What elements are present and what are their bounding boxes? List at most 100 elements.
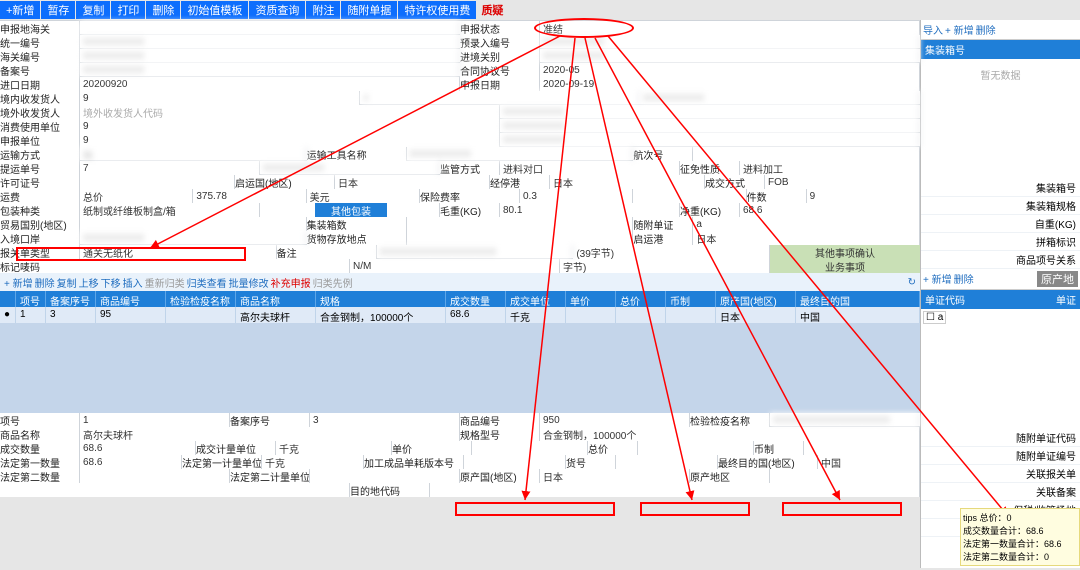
side-import[interactable]: 导入	[923, 22, 943, 37]
fee-button[interactable]: 特许权使用费	[398, 1, 476, 19]
bzmm-value[interactable]: N/M	[350, 259, 560, 273]
gh-no[interactable]: 项号	[16, 291, 46, 307]
b-mdd-v[interactable]	[430, 483, 920, 497]
sub-sort[interactable]: 归类先例	[313, 275, 353, 290]
xssydw-value[interactable]: 9	[80, 119, 500, 133]
b-xh-v[interactable]: 1	[80, 413, 230, 427]
gh-origin[interactable]: 原产国(地区)	[716, 291, 796, 307]
sfdz-value[interactable]: a	[693, 217, 920, 231]
jkrq-value[interactable]: 20200920	[80, 77, 460, 91]
sub-ins[interactable]: 插入	[123, 275, 143, 290]
gh-recno[interactable]: 备案序号	[46, 291, 96, 307]
gh-goodsno[interactable]: 商品编号	[96, 291, 166, 307]
gr-sel[interactable]: ●	[0, 307, 16, 323]
b-fd1-v[interactable]: 68.6	[80, 455, 182, 469]
biz-matter-button[interactable]: 业务事项	[770, 259, 920, 273]
sbhg-value[interactable]	[80, 21, 460, 35]
add-button[interactable]: +新增	[0, 1, 40, 19]
ysfs-value[interactable]: 輸	[80, 147, 307, 161]
tybh-value[interactable]: 88888888888	[80, 35, 460, 49]
sub-batchmod[interactable]: 批量修改	[229, 275, 269, 290]
gh-unit[interactable]: 成交单位	[506, 291, 566, 307]
bzzl-value[interactable]: 纸制或纤维板制盒/箱	[80, 203, 260, 217]
mz-value[interactable]: 80.1	[500, 203, 680, 217]
inittpl-button[interactable]: 初始值模板	[181, 1, 248, 19]
b-jgcp-v[interactable]	[464, 455, 566, 469]
side-add[interactable]: + 新增	[945, 22, 974, 37]
b-dj-v[interactable]	[472, 441, 588, 455]
jz-value[interactable]: 68.6	[740, 203, 920, 217]
other-confirm-button[interactable]: 其他事项确认	[770, 245, 920, 259]
tydhb-ext[interactable]: 88888888888	[260, 161, 440, 175]
side-tab-origin[interactable]: 原产地	[1037, 271, 1078, 287]
grid-row-1[interactable]: ● 1 3 95 高尔夫球杆 合金钢制，100000个 68.6 千克 日本 中…	[0, 307, 920, 323]
sl2-1[interactable]: 随附单证编号	[921, 447, 1080, 465]
sub-reclass[interactable]: 重新归类	[145, 275, 185, 290]
sl1-1[interactable]: 集装箱规格	[921, 197, 1080, 215]
babh-value[interactable]: 88888888888	[80, 63, 460, 77]
b-spmc-v[interactable]: 高尔夫球杆	[80, 427, 460, 441]
jnsfhr-4[interactable]: 4	[360, 91, 640, 105]
qyg-value[interactable]: 日本	[335, 175, 490, 189]
sub-add[interactable]: + 新增	[4, 275, 33, 290]
rjka-value[interactable]: 88888888888	[80, 231, 307, 245]
sub-addon[interactable]: 补充申报	[271, 275, 311, 290]
b-ycd-v[interactable]	[770, 469, 920, 483]
gh-ciq[interactable]: 检验检疫名称	[166, 291, 236, 307]
b-fd2u-v[interactable]	[310, 469, 460, 483]
ylrbh-value[interactable]: 88888888888	[540, 35, 920, 49]
sl2-0[interactable]: 随附单证代码	[921, 429, 1080, 447]
b-ggxh-v[interactable]: 合金钢制，100000个	[540, 427, 920, 441]
other-pack-button[interactable]: 其他包装	[315, 203, 387, 217]
print-button[interactable]: 打印	[111, 1, 145, 19]
yf-currency[interactable]: 美元	[307, 189, 420, 203]
delete-button[interactable]: 删除	[146, 1, 180, 19]
sl2-2[interactable]: 关联报关单	[921, 465, 1080, 483]
xssydw-ext[interactable]: 88888888888	[500, 119, 920, 133]
jzxs-value[interactable]	[407, 217, 634, 231]
yf-zj-value[interactable]: 375.78	[193, 189, 306, 203]
b-cjjl-v[interactable]: 千克	[276, 441, 392, 455]
b-spbh-v[interactable]: 950	[540, 413, 690, 427]
sub-copy[interactable]: 复制	[57, 275, 77, 290]
sbdw-value[interactable]: 9	[80, 133, 500, 147]
refcheck-button[interactable]: 资质查询	[249, 1, 305, 19]
b-zzm-v[interactable]: 中国	[818, 455, 920, 469]
b-fd2-v[interactable]	[80, 469, 230, 483]
sbzt-value[interactable]: 准结	[540, 21, 920, 35]
sl1-0[interactable]: 集装箱号	[921, 179, 1080, 197]
hwcfdd-value[interactable]	[407, 231, 634, 245]
sub-classchk[interactable]: 归类查看	[187, 275, 227, 290]
copy-button[interactable]: 复制	[76, 1, 110, 19]
js-value[interactable]: 9	[807, 189, 920, 203]
b-bzh-v[interactable]	[804, 441, 920, 455]
gh-spec[interactable]: 规格	[316, 291, 446, 307]
mygb-value[interactable]	[80, 217, 307, 231]
sl1-3[interactable]: 拼箱标识	[921, 233, 1080, 251]
b-hh-v[interactable]	[616, 455, 718, 469]
refresh-icon[interactable]: ↻	[908, 277, 916, 288]
bxf-value[interactable]: 0.3	[520, 189, 633, 203]
note-button[interactable]: 附注	[306, 1, 340, 19]
b-baxh-v[interactable]: 3	[310, 413, 460, 427]
cjfs-value[interactable]: FOB	[765, 175, 920, 189]
gh-total[interactable]: 总价	[616, 291, 666, 307]
gh-curr[interactable]: 币制	[666, 291, 716, 307]
bgdlx-value[interactable]: 通关无纸化	[80, 245, 277, 259]
sub-del[interactable]: 删除	[35, 275, 55, 290]
sl2-3[interactable]: 关联备案	[921, 483, 1080, 501]
attach-button[interactable]: 随附单据	[341, 1, 397, 19]
tydhb-value[interactable]: 7	[80, 161, 260, 175]
b-jyjy-v[interactable]: 888888888888888888888	[770, 413, 920, 427]
b-zj-v[interactable]	[638, 441, 754, 455]
sbrq-value[interactable]: 2020-09-19	[540, 77, 920, 91]
jjlb-value[interactable]: 88888888888	[540, 49, 920, 63]
zmxz-value[interactable]: 进料加工	[740, 161, 920, 175]
ysgjmc-value[interactable]: 88888888888	[407, 147, 634, 161]
sbdw-ext[interactable]: 88888888888	[500, 133, 920, 147]
jgfs-value[interactable]: 进料对口	[500, 161, 680, 175]
htxyh-value[interactable]: 2020-05	[540, 63, 920, 77]
b-fd1u-v[interactable]: 千克	[262, 455, 364, 469]
gh-dest[interactable]: 最终目的国	[796, 291, 920, 307]
jnsfhr-value[interactable]: 9	[80, 91, 360, 105]
